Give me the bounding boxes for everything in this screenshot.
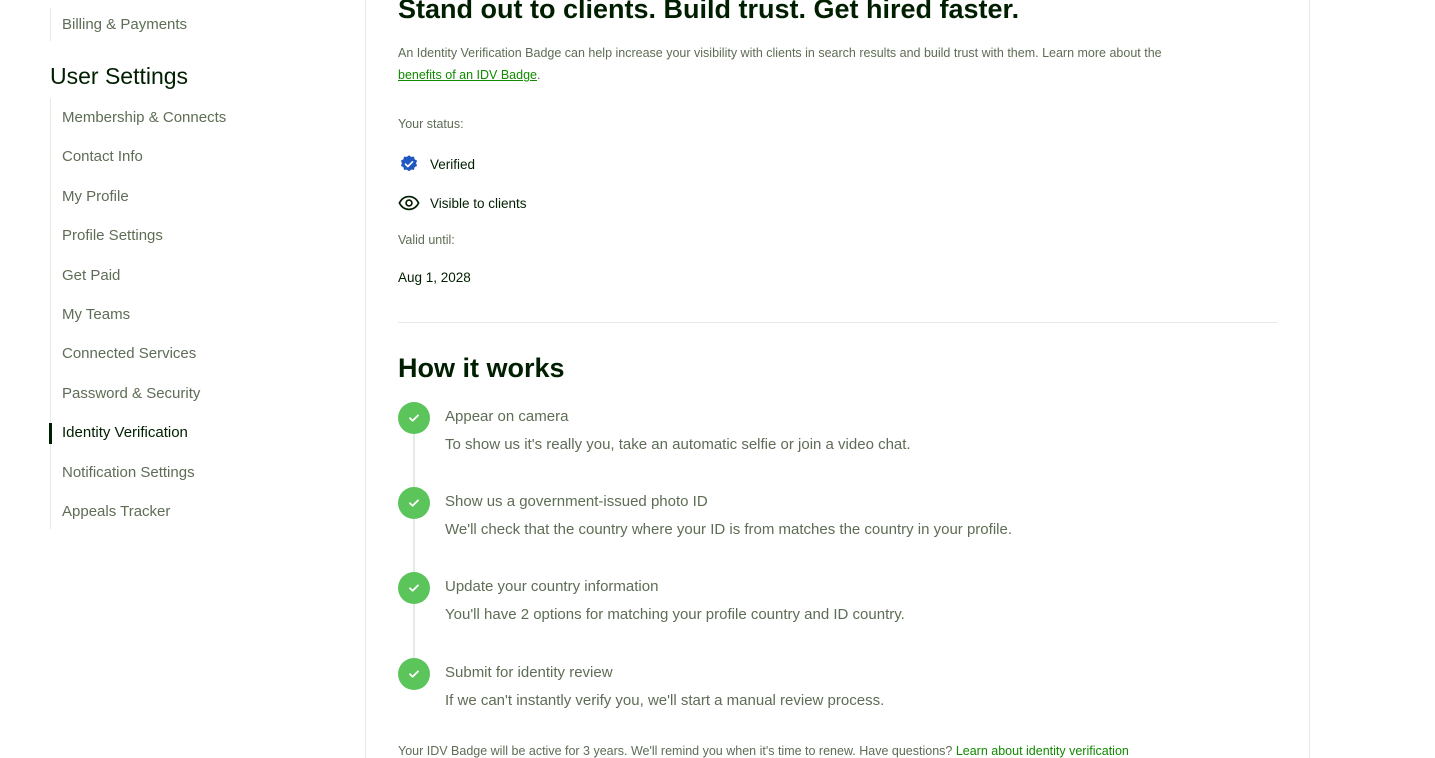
identity-verification-card: Stand out to clients. Build trust. Get h… bbox=[365, 0, 1310, 758]
step-title: Submit for identity review bbox=[445, 664, 613, 681]
visible-status-text: Visible to clients bbox=[430, 195, 527, 211]
sidebar-item-my-teams[interactable]: My Teams bbox=[51, 295, 226, 334]
eye-icon bbox=[398, 192, 420, 214]
valid-until-label: Valid until: bbox=[398, 233, 455, 247]
valid-until-date: Aug 1, 2028 bbox=[398, 270, 471, 285]
idv-benefits-link[interactable]: benefits of an IDV Badge bbox=[398, 68, 537, 82]
step-description: If we can't instantly verify you, we'll … bbox=[445, 692, 885, 709]
step-description: We'll check that the country where your … bbox=[445, 521, 1012, 538]
billing-nav-group: Billing & Payments bbox=[50, 8, 187, 41]
step-title: Appear on camera bbox=[445, 408, 569, 425]
sidebar-item-contact-info[interactable]: Contact Info bbox=[51, 137, 226, 176]
verified-status-text: Verified bbox=[430, 156, 476, 172]
intro-end: . bbox=[536, 68, 541, 82]
status-visible: Visible to clients bbox=[398, 192, 527, 214]
sidebar-item-my-profile[interactable]: My Profile bbox=[51, 177, 226, 216]
status-label: Your status: bbox=[398, 117, 464, 131]
sidebar-item-profile-settings[interactable]: Profile Settings bbox=[51, 216, 226, 255]
step-title: Update your country information bbox=[445, 578, 659, 595]
sidebar-item-membership-connects[interactable]: Membership & Connects bbox=[51, 98, 226, 137]
sidebar-item-identity-verification[interactable]: Identity Verification bbox=[48, 413, 226, 452]
footer-note: Your IDV Badge will be active for 3 year… bbox=[398, 744, 1129, 758]
sidebar-item-notification-settings[interactable]: Notification Settings bbox=[51, 453, 226, 492]
learn-idv-link[interactable]: Learn about identity verification bbox=[956, 744, 1129, 758]
check-circle-icon bbox=[398, 572, 430, 604]
sidebar-item-billing-payments[interactable]: Billing & Payments bbox=[51, 8, 187, 41]
check-circle-icon bbox=[398, 658, 430, 690]
verified-badge-icon bbox=[398, 153, 420, 175]
sidebar-item-password-security[interactable]: Password & Security bbox=[51, 374, 226, 413]
sidebar-item-appeals-tracker[interactable]: Appeals Tracker bbox=[51, 492, 226, 531]
check-circle-icon bbox=[398, 402, 430, 434]
timeline-line bbox=[413, 418, 415, 674]
page-headline: Stand out to clients. Build trust. Get h… bbox=[398, 0, 1020, 24]
check-circle-icon bbox=[398, 487, 430, 519]
section-divider bbox=[398, 322, 1277, 323]
user-settings-nav-group: Membership & Connects Contact Info My Pr… bbox=[48, 98, 226, 531]
settings-sidebar: Billing & Payments User Settings Members… bbox=[0, 0, 365, 758]
step-description: You'll have 2 options for matching your … bbox=[445, 606, 905, 623]
status-verified: Verified bbox=[398, 153, 475, 175]
footer-text: Your IDV Badge will be active for 3 year… bbox=[398, 744, 956, 758]
step-title: Show us a government-issued photo ID bbox=[445, 493, 708, 510]
intro-text: An Identity Verification Badge can help … bbox=[398, 46, 1162, 60]
sidebar-item-connected-services[interactable]: Connected Services bbox=[51, 334, 226, 373]
step-description: To show us it's really you, take an auto… bbox=[445, 436, 911, 453]
intro-paragraph: An Identity Verification Badge can help … bbox=[398, 42, 1268, 86]
user-settings-heading: User Settings bbox=[50, 63, 189, 89]
sidebar-item-get-paid[interactable]: Get Paid bbox=[51, 256, 226, 295]
how-it-works-heading: How it works bbox=[398, 353, 565, 383]
